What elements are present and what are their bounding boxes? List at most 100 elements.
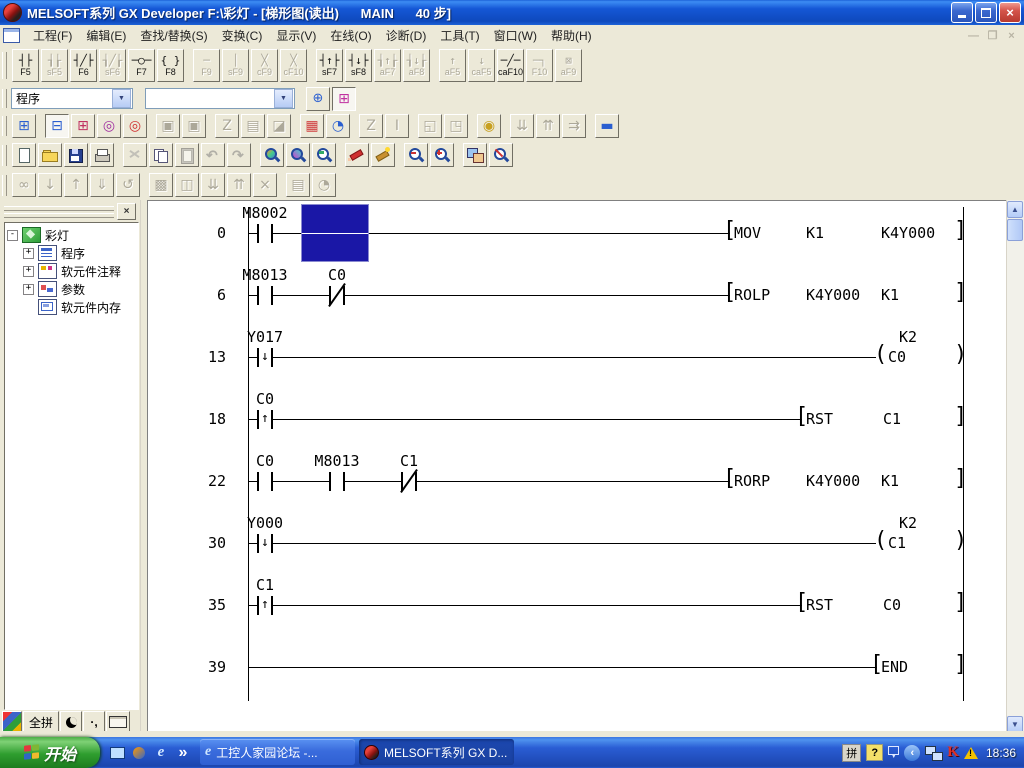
internet-explorer-icon[interactable]: e: [151, 743, 171, 763]
kaspersky-tray-icon[interactable]: K: [947, 744, 959, 761]
menu-item-5[interactable]: 显示(V): [269, 25, 323, 46]
ime-punctuation-button[interactable]: ·,: [83, 711, 105, 733]
tree-root-item[interactable]: -彩灯: [7, 226, 136, 244]
statement-display-button[interactable]: ⊕: [306, 87, 330, 111]
tree-item-1[interactable]: +程序: [7, 244, 136, 262]
device-combo[interactable]: ▼: [145, 88, 295, 109]
f6-closed-contact-button[interactable]: ┤╱├F6: [70, 49, 97, 82]
coil-open-paren: (: [874, 344, 887, 366]
contact-device-label: M8002: [225, 204, 305, 222]
edit-cursor-cell[interactable]: [301, 204, 369, 262]
network-tray-icon[interactable]: [925, 746, 942, 760]
tree-item-3[interactable]: +参数: [7, 280, 136, 298]
ime-soft-keyboard-icon[interactable]: [106, 711, 130, 733]
screen-color-icon[interactable]: ▬: [595, 114, 619, 138]
show-desktop-icon[interactable]: [107, 743, 127, 763]
child-close-button[interactable]: ×: [1003, 28, 1020, 43]
quick-launch-overflow-chevron[interactable]: »: [173, 743, 193, 763]
panel-close-button[interactable]: ×: [117, 203, 136, 220]
start-button[interactable]: 开始: [0, 737, 100, 768]
media-player-icon[interactable]: [129, 743, 149, 763]
panel-grip[interactable]: [4, 206, 114, 220]
project-data-list-icon[interactable]: ⊟: [45, 114, 69, 138]
menu-item-2[interactable]: 编辑(E): [79, 25, 133, 46]
caf10-invert-button[interactable]: ─╱─caF10: [497, 49, 524, 82]
ime-input-method-icon[interactable]: [2, 711, 22, 733]
combo-dropdown-arrow[interactable]: ▼: [274, 89, 293, 108]
clock-setting-icon[interactable]: ◔: [326, 114, 350, 138]
copy-button[interactable]: [149, 143, 173, 167]
menu-item-7[interactable]: 诊断(D): [379, 25, 434, 46]
menu-item-8[interactable]: 工具(T): [433, 25, 486, 46]
child-minimize-button[interactable]: —: [965, 28, 982, 43]
menu-item-4[interactable]: 变换(C): [215, 25, 270, 46]
caf5-down-convert-button: ↓caF5: [468, 49, 495, 82]
f5-open-contact-button[interactable]: ┤├F5: [12, 49, 39, 82]
tree-collapse-box[interactable]: -: [7, 230, 18, 241]
delete-row-icon: ⇈: [536, 114, 560, 138]
save-project-button[interactable]: [64, 143, 88, 167]
new-project-button[interactable]: [12, 143, 36, 167]
open-contact[interactable]: [329, 472, 345, 491]
window-switch-icon[interactable]: ⊞: [12, 114, 36, 138]
child-restore-button[interactable]: ❐: [984, 28, 1001, 43]
open-project-button[interactable]: [38, 143, 62, 167]
comment-edit-icon[interactable]: ⊞: [71, 114, 95, 138]
find-button[interactable]: [260, 143, 284, 167]
skip-execution-icon: ▤: [241, 114, 265, 138]
tree-expand-box[interactable]: +: [23, 248, 34, 259]
tree-item-4[interactable]: +软元件内存: [7, 298, 136, 316]
menu-item-10[interactable]: 帮助(H): [544, 25, 599, 46]
program-type-combo-value: 程序: [12, 90, 111, 107]
f7-coil-button[interactable]: ─○─F7: [128, 49, 155, 82]
find-device-button[interactable]: [286, 143, 310, 167]
warning-tray-icon[interactable]: [964, 747, 978, 759]
device-memory-icon[interactable]: ▦: [300, 114, 324, 138]
taskbar-task-2[interactable]: MELSOFT系列 GX D...: [359, 739, 514, 765]
open-contact[interactable]: [257, 224, 273, 243]
ime-pinyin-tray-icon[interactable]: 拼: [842, 744, 861, 762]
find-replace-button[interactable]: [312, 143, 336, 167]
tree-expand-box[interactable]: +: [23, 284, 34, 295]
print-button[interactable]: [90, 143, 114, 167]
write-mode-button[interactable]: [345, 143, 369, 167]
sf7-rising-pulse-button[interactable]: ┤↑├sF7: [316, 49, 343, 82]
vertical-scrollbar[interactable]: ▲ ▼: [1006, 200, 1024, 735]
menu-item-3[interactable]: 查找/替换(S): [133, 25, 214, 46]
open-contact[interactable]: [257, 472, 273, 491]
monitor-test-button[interactable]: [489, 143, 513, 167]
menu-item-6[interactable]: 在线(O): [323, 25, 378, 46]
program-type-combo[interactable]: 程序▼: [11, 88, 133, 109]
child-window-icon[interactable]: [3, 28, 20, 43]
ime-mode-button[interactable]: 全拼: [23, 711, 59, 733]
menu-item-9[interactable]: 窗口(W): [487, 25, 544, 46]
sf8-falling-pulse-button[interactable]: ┤↓├sF8: [345, 49, 372, 82]
tray-collapse-chevron[interactable]: ‹: [904, 745, 920, 761]
minimize-button[interactable]: [951, 2, 973, 23]
scroll-thumb[interactable]: [1007, 219, 1023, 241]
close-button[interactable]: ×: [999, 2, 1021, 23]
ime-fullhalf-moon-icon[interactable]: [60, 711, 82, 733]
zoom-out-button[interactable]: [404, 143, 428, 167]
scroll-up-button[interactable]: ▲: [1007, 201, 1023, 218]
project-data-list-toggle-button[interactable]: ⊞: [332, 87, 356, 111]
taskbar-task-1[interactable]: e工控人家园论坛 -...: [200, 739, 355, 765]
help-tray-icon[interactable]: ?: [866, 744, 883, 761]
device-find-icon[interactable]: ◎: [97, 114, 121, 138]
insert-mode-button[interactable]: [371, 143, 395, 167]
menu-bar: 工程(F)编辑(E)查找/替换(S)变换(C)显示(V)在线(O)诊断(D)工具…: [0, 25, 1024, 47]
tree-expand-box[interactable]: +: [23, 266, 34, 277]
zoom-in-button[interactable]: [430, 143, 454, 167]
f8-instruction-button[interactable]: { }F8: [157, 49, 184, 82]
window-tray-icon[interactable]: ▾: [888, 746, 899, 760]
menu-item-1[interactable]: 工程(F): [26, 25, 79, 46]
open-contact[interactable]: [257, 286, 273, 305]
remote-operation-icon[interactable]: ◉: [477, 114, 501, 138]
ladder-editor[interactable]: 0M8002[MOVK1K4Y000]6M8013C0[ROLPK4Y000K1…: [147, 200, 1007, 732]
internet-explorer-icon: e: [205, 744, 211, 760]
restore-button[interactable]: [975, 2, 997, 23]
tree-item-2[interactable]: +软元件注释: [7, 262, 136, 280]
window-swap-button[interactable]: [463, 143, 487, 167]
combo-dropdown-arrow[interactable]: ▼: [112, 89, 131, 108]
device-find-edit-icon[interactable]: ◎: [123, 114, 147, 138]
